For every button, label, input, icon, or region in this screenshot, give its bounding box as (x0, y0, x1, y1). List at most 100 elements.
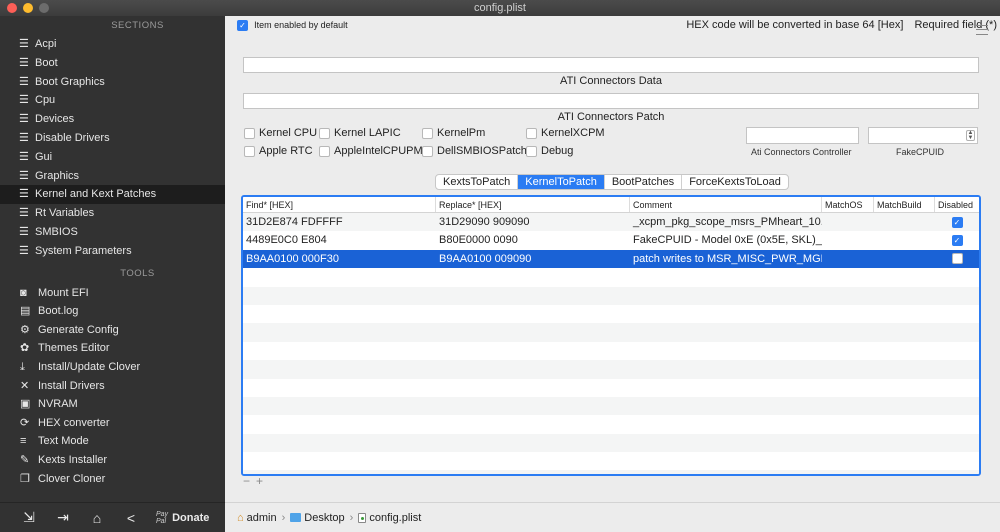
tool-item-install-update-clover[interactable]: ⤓ Install/Update Clover (0, 358, 225, 377)
export-icon[interactable]: ⇥ (46, 509, 80, 526)
tool-item-text-mode[interactable]: ≡ Text Mode (0, 432, 225, 451)
home-icon[interactable]: ⌂ (80, 510, 114, 526)
ati-connectors-patch-field[interactable] (243, 93, 979, 109)
cell-comment[interactable]: _xcpm_pkg_scope_msrs_PMheart_10.15 (630, 213, 822, 231)
tab-kerneltopatch[interactable]: KernelToPatch (518, 175, 605, 189)
sidebar-item-disable-drivers[interactable]: ☰ Disable Drivers (0, 129, 225, 148)
list-icon: ☰ (19, 188, 29, 201)
menu-icon[interactable] (976, 25, 988, 35)
close-button[interactable] (7, 3, 17, 13)
cell-find[interactable]: 4489E0C0 E804 (243, 231, 436, 249)
table-row[interactable]: 31D2E874 FDFFFF 31D29090 909090 _xcpm_pkg_… (243, 213, 979, 232)
tool-item-clover-cloner[interactable]: ❐ Clover Cloner (0, 470, 225, 489)
disabled-checkbox[interactable] (951, 253, 963, 265)
sidebar-item-rt-variables[interactable]: ☰ Rt Variables (0, 204, 225, 223)
empty-table-row (243, 470, 979, 474)
cell-comment[interactable]: patch writes to MSR_MISC_PWR_MGMT (630, 250, 822, 268)
window-title: config.plist (474, 2, 526, 14)
ati-connectors-data-label: ATI Connectors Data (560, 75, 662, 87)
sidebar-item-boot[interactable]: ☰ Boot (0, 54, 225, 73)
checkbox-kernel-cpu[interactable]: Kernel CPU (244, 127, 317, 139)
remove-row-button[interactable]: − (243, 474, 256, 488)
checkbox-kernel-lapic[interactable]: Kernel LAPIC (319, 127, 401, 139)
cell-find[interactable]: 31D2E874 FDFFFF (243, 213, 436, 231)
cell-matchos[interactable] (822, 231, 874, 249)
sidebar-item-kernel-and-kext-patches[interactable]: ☰ Kernel and Kext Patches (0, 185, 225, 205)
tool-item-install-drivers[interactable]: ✕ Install Drivers (0, 377, 225, 396)
table-row[interactable]: B9AA0100 000F30 B9AA0100 009090 patch writ… (243, 249, 979, 269)
zoom-button[interactable] (39, 3, 49, 13)
tools-header: TOOLS (120, 267, 155, 279)
item-enabled-checkbox[interactable]: ✓ (237, 19, 248, 31)
checkbox-kernelxcpm[interactable]: KernelXCPM (526, 127, 605, 139)
cell-replace[interactable]: B9AA0100 009090 (436, 250, 630, 268)
sidebar-item-smbios[interactable]: ☰ SMBIOS (0, 223, 225, 242)
cell-matchos[interactable] (822, 213, 874, 231)
list-icon: ☰ (19, 150, 29, 163)
stepper-icon[interactable]: ▲ ▼ (966, 130, 975, 141)
path-separator: › (349, 511, 354, 524)
column-find[interactable]: Find* [HEX] (243, 197, 436, 212)
sidebar-item-label: Kernel and Kext Patches (35, 188, 157, 201)
path-item[interactable]: admin (247, 512, 277, 524)
open-icon[interactable]: ⇲ (12, 509, 46, 526)
checkbox-debug[interactable]: Debug (526, 145, 573, 157)
hex-note-text: HEX code will be converted in base 64 [H… (686, 19, 904, 31)
sidebar-item-acpi[interactable]: ☰ Acpi (0, 35, 225, 54)
ati-connectors-controller-field[interactable] (746, 127, 859, 144)
cell-disabled[interactable] (935, 250, 979, 268)
donate-button[interactable]: Pay Pal Donate (156, 511, 209, 525)
minimize-button[interactable] (23, 3, 33, 13)
checkbox-kernelpm[interactable]: KernelPm (422, 127, 485, 139)
cell-matchbuild[interactable] (874, 250, 935, 268)
tool-item-generate-config[interactable]: ⚙ Generate Config (0, 321, 225, 340)
add-row-button[interactable]: + (256, 474, 269, 488)
empty-table-row (243, 452, 979, 471)
checkbox-apple-rtc[interactable]: Apple RTC (244, 145, 313, 157)
ati-connectors-data-field[interactable] (243, 57, 979, 73)
tab-kextstopatch[interactable]: KextsToPatch (436, 175, 519, 189)
tool-item-mount-efi[interactable]: ◙ Mount EFI (0, 284, 225, 303)
list-icon: ☰ (19, 207, 29, 220)
fakecpuid-label: FakeCPUID (896, 147, 945, 157)
tool-item-kexts-installer[interactable]: ✎ Kexts Installer (0, 451, 225, 470)
tool-item-themes-editor[interactable]: ✿ Themes Editor (0, 339, 225, 358)
empty-table-row (243, 268, 979, 287)
tool-item-hex-converter[interactable]: ⟳ HEX converter (0, 414, 225, 433)
cell-comment[interactable]: FakeCPUID - Model 0xE (0x5E, SKL)_1… (630, 231, 822, 249)
checkbox-dellsmbiospatch[interactable]: DellSMBIOSPatch (422, 145, 527, 157)
list-icon: ☰ (19, 75, 29, 88)
path-item[interactable]: Desktop (304, 512, 344, 524)
tool-item-nvram[interactable]: ▣ NVRAM (0, 395, 225, 414)
sidebar-item-graphics[interactable]: ☰ Graphics (0, 167, 225, 186)
column-matchbuild[interactable]: MatchBuild (874, 197, 935, 212)
disabled-checkbox[interactable]: ✓ (951, 234, 963, 246)
cell-replace[interactable]: B80E0000 0090 (436, 231, 630, 249)
tab-bootpatches[interactable]: BootPatches (605, 175, 683, 189)
cell-disabled[interactable]: ✓ (935, 231, 979, 249)
cell-replace[interactable]: 31D29090 909090 (436, 213, 630, 231)
column-comment[interactable]: Comment (630, 197, 822, 212)
tab-forcekextstoload[interactable]: ForceKextsToLoad (682, 175, 788, 189)
cell-disabled[interactable]: ✓ (935, 213, 979, 231)
column-replace[interactable]: Replace* [HEX] (436, 197, 630, 212)
column-matchos[interactable]: MatchOS (822, 197, 874, 212)
disabled-checkbox[interactable]: ✓ (951, 216, 963, 228)
column-disabled[interactable]: Disabled (935, 197, 979, 212)
list-icon: ☰ (19, 94, 29, 107)
table-row[interactable]: 4489E0C0 E804 B80E0000 0090 FakeCPUID - Mo… (243, 231, 979, 250)
cell-matchos[interactable] (822, 250, 874, 268)
tool-item-boot-log[interactable]: ▤ Boot.log (0, 302, 225, 321)
sidebar-item-system-parameters[interactable]: ☰ System Parameters (0, 242, 225, 261)
sidebar-item-devices[interactable]: ☰ Devices (0, 110, 225, 129)
cell-matchbuild[interactable] (874, 213, 935, 231)
fakecpuid-field[interactable]: ▲ ▼ (868, 127, 978, 144)
sidebar-item-gui[interactable]: ☰ Gui (0, 148, 225, 167)
path-item[interactable]: config.plist (369, 512, 421, 524)
cell-find[interactable]: B9AA0100 000F30 (243, 250, 436, 268)
sidebar-item-cpu[interactable]: ☰ Cpu (0, 91, 225, 110)
sidebar-item-boot-graphics[interactable]: ☰ Boot Graphics (0, 73, 225, 92)
cell-matchbuild[interactable] (874, 231, 935, 249)
checkbox-appleintelcpupm[interactable]: AppleIntelCPUPM (319, 145, 423, 157)
share-icon[interactable]: < (114, 510, 148, 526)
